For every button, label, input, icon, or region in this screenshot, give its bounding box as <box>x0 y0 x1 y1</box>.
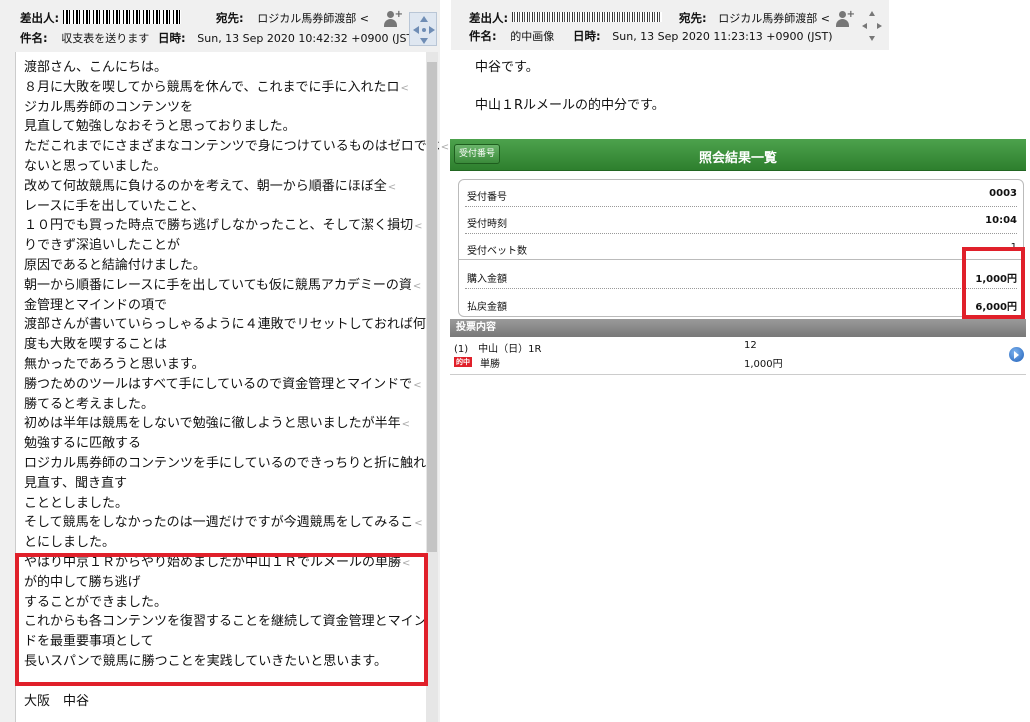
email-body-line: 原因であると結論付けました。 <box>24 257 206 273</box>
email-body-line: 渡部さん、こんにちは。 <box>24 60 168 75</box>
bet-panel-title: 照会結果一覧 <box>698 151 777 166</box>
email-body-line: とにしました。 <box>24 535 116 551</box>
email-body-line: １０円でも買った時点で勝ち逃げしなかったこと、そして潔く損切 <box>24 216 413 236</box>
detail-arrow-icon[interactable] <box>1009 347 1024 362</box>
highlight-box-amounts <box>962 247 1025 319</box>
email-body-line: 初めは半年は競馬をしないで勉強に徹しようと思いましたが半年 <box>24 414 409 434</box>
email-body-line: ジカル馬券師のコンテンツを <box>24 99 194 115</box>
email-body-line: 渡部さんが書いていらっしゃるように４連敗でリセットしておれば何 <box>24 315 426 335</box>
row-receipt-number: 受付番号 0003 <box>467 188 1017 203</box>
bet-amount: 1,000円 <box>744 359 783 370</box>
right-body-line-2: 中山１Rルメールの的中分です。 <box>475 98 665 113</box>
email-body-line: 見直す、聞き直す <box>24 475 127 491</box>
email-body-line: 朝一から順番にレースに手を出していても仮に競馬アカデミーの資 <box>24 276 412 296</box>
email-body-line: 無かったであろうと思います。 <box>24 356 205 372</box>
right-date-label: 日時: <box>573 29 601 43</box>
date-row: 日時: Sun, 13 Sep 2020 10:42:32 +0900 (JST… <box>158 30 418 46</box>
horse-number: 12 <box>744 340 757 351</box>
right-sender-label: 差出人: <box>469 11 509 25</box>
right-body-line-1: 中谷です。 <box>475 60 539 75</box>
email-body-line: ただこれまでにさまざまなコンテンツで身につけているものはゼロでは <box>24 137 440 157</box>
email-body-line: りできず深追いしたことが <box>24 238 181 254</box>
email-body-line: こととしました。 <box>24 495 129 511</box>
email-body-line: 金管理とマインドの項で <box>24 297 168 313</box>
right-sender-row: 差出人: <box>469 10 662 26</box>
right-email-body: 中谷です。 中山１Rルメールの的中分です。 <box>475 58 665 115</box>
race-label: (1) 中山（日）1R <box>454 344 542 355</box>
hit-badge: 的中 <box>454 357 472 367</box>
email-body-line: 勝つためのツールはすべて手にしているので資金管理とマインドで <box>24 375 412 395</box>
right-to-row: 宛先: ロジカル馬券師渡部 < <box>679 10 830 26</box>
right-to-value: ロジカル馬券師渡部 < <box>718 12 830 25</box>
add-contact-icon[interactable]: + <box>383 10 403 28</box>
email-body-line: 見直して勉強しなおそうと思っておりました。 <box>24 119 296 135</box>
highlight-box-email <box>15 553 428 686</box>
row-receipt-time: 受付時刻 10:04 <box>467 215 1017 230</box>
subject-label: 件名: <box>20 31 48 45</box>
row-bet-count: 受付ベット数 1 <box>467 242 1017 257</box>
row-payout-amount: 払戻金額 6,000円 <box>467 302 1017 313</box>
subject-value: 収支表を送ります <box>61 32 150 45</box>
email-body-line: ロジカル馬券師のコンテンツを手にしているのできっちりと折に触れ <box>24 454 426 474</box>
bet-type: 単勝 <box>480 359 500 370</box>
email-body-line: 勝てると考えました。 <box>24 396 155 412</box>
to-row: 宛先: ロジカル馬券師渡部 < <box>216 10 369 26</box>
scrollbar-thumb[interactable] <box>427 62 437 552</box>
bet-summary-table: 受付番号 0003 受付時刻 10:04 受付ベット数 1 購入金額 1,000… <box>458 179 1024 317</box>
right-move-arrows-icon[interactable] <box>859 8 885 44</box>
subject-row: 件名: 収支表を送ります <box>20 30 149 46</box>
right-to-label: 宛先: <box>679 11 707 25</box>
left-email-window: 差出人: 宛先: ロジカル馬券師渡部 < + 件名: 収支表を送ります 日時: … <box>0 0 440 722</box>
bet-content-row[interactable]: (1) 中山（日）1R 的中 単勝 12 1,000円 <box>450 337 1026 375</box>
right-subject-label: 件名: <box>469 29 497 43</box>
email-body-line: 勉強するに匹敵する <box>24 436 142 452</box>
email-body-line: レースに手を出していたこと、 <box>24 198 205 214</box>
right-sender-redacted <box>511 12 662 22</box>
sender-label: 差出人: <box>20 11 60 25</box>
to-label: 宛先: <box>216 11 244 25</box>
right-date-row: 日時: Sun, 13 Sep 2020 11:23:13 +0900 (JST… <box>573 28 833 44</box>
bet-title-bar: 受付番号 照会結果一覧 <box>450 139 1026 171</box>
sender-row: 差出人: <box>20 10 181 26</box>
right-date-value: Sun, 13 Sep 2020 11:23:13 +0900 (JST) <box>612 30 833 43</box>
right-email-header: 差出人: 宛先: ロジカル馬券師渡部 < + 件名: 的中画像 日時: Sun,… <box>451 0 889 50</box>
date-value: Sun, 13 Sep 2020 10:42:32 +0900 (JST) <box>197 32 418 45</box>
to-value: ロジカル馬券師渡部 < <box>257 12 369 25</box>
date-label: 日時: <box>158 31 186 45</box>
email-body-line: ８月に大敗を喫してから競馬を休んで、これまでに手に入れたロ <box>24 78 409 98</box>
row-purchase-amount: 購入金額 1,000円 <box>467 274 1017 285</box>
right-add-contact-icon[interactable]: + <box>835 10 855 28</box>
sender-redacted <box>62 10 181 24</box>
right-email-window: 差出人: 宛先: ロジカル馬券師渡部 < + 件名: 的中画像 日時: Sun,… <box>451 0 889 126</box>
email-body-line: 改めて何故競馬に負けるのかを考えて、朝一から順番にほぼ全 <box>24 177 409 197</box>
email-body-line: ないと思っていました。 <box>24 158 167 174</box>
right-subject-value: 的中画像 <box>510 30 555 43</box>
bet-content-header: 投票内容 <box>450 319 1026 337</box>
bet-result-panel: 受付番号 照会結果一覧 受付番号 0003 受付時刻 10:04 受付ベット数 … <box>450 139 1026 409</box>
email-body-line: 大阪 中谷 <box>24 693 90 709</box>
move-arrows-icon[interactable] <box>409 12 437 46</box>
email-body-line: そして競馬をしなかったのは一週だけですが今週競馬をしてみるこ <box>24 513 413 533</box>
email-body-line: 度も大敗を喫することは <box>24 337 168 353</box>
right-subject-row: 件名: 的中画像 <box>469 28 554 44</box>
